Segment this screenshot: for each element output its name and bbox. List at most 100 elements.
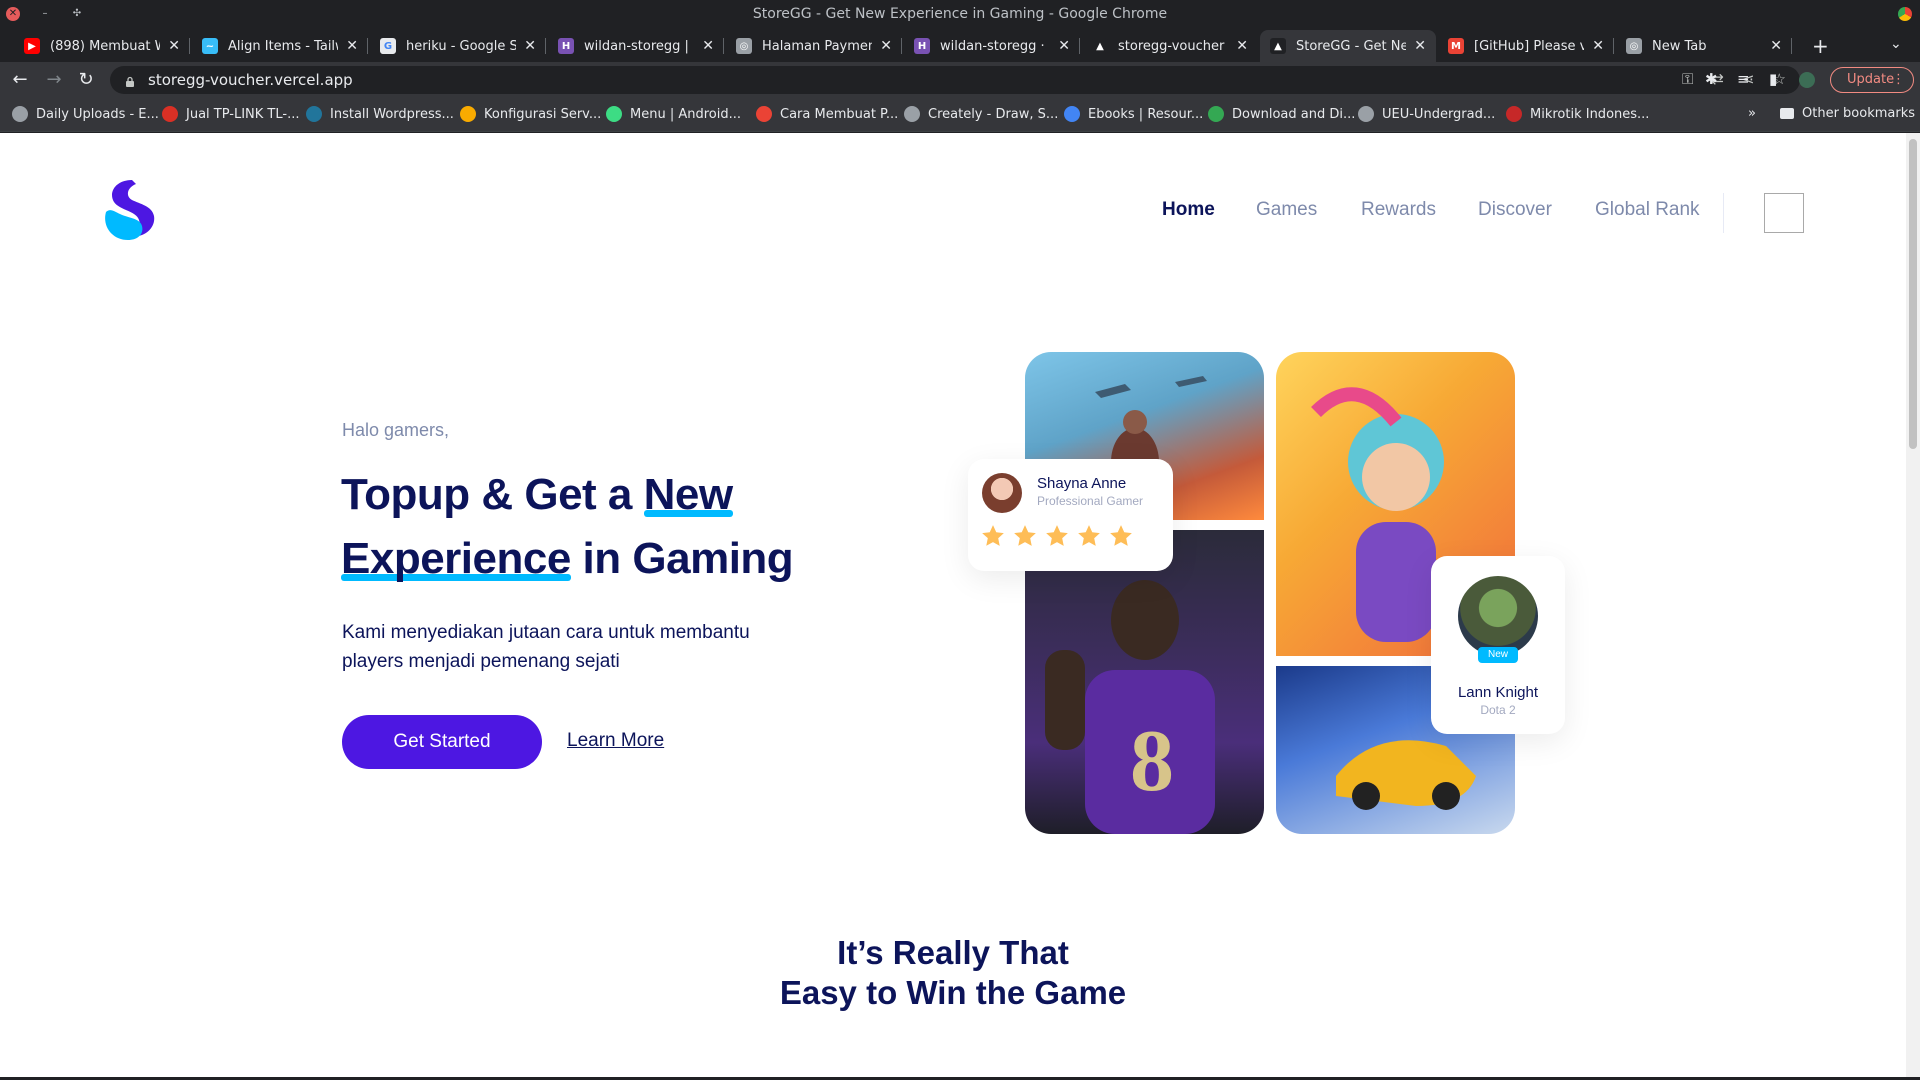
tab-close-icon[interactable]: ✕: [168, 38, 180, 54]
folder-icon: [1780, 108, 1794, 119]
tab-close-icon[interactable]: ✕: [702, 38, 714, 54]
lock-icon: [124, 74, 136, 87]
reading-list-icon[interactable]: ≡: [1737, 70, 1750, 88]
rating-stars: [980, 523, 1134, 549]
side-panel-icon[interactable]: ▮: [1769, 70, 1777, 88]
vercel-icon: ▲: [1092, 38, 1108, 54]
update-button[interactable]: Update ⋮: [1830, 67, 1914, 93]
ebook-icon: [1064, 106, 1080, 122]
tab-close-icon[interactable]: ✕: [346, 38, 358, 54]
bookmark-item[interactable]: Ebooks | Resour...: [1064, 106, 1203, 122]
tab-close-icon[interactable]: ✕: [880, 38, 892, 54]
globe-icon: [12, 106, 28, 122]
profile-icon[interactable]: [1799, 72, 1815, 88]
tab-4[interactable]: Hwildan-storegg | H ✕: [548, 30, 724, 62]
nav-games[interactable]: Games: [1256, 199, 1317, 221]
tab-separator: [545, 38, 546, 54]
reviewer-avatar: [982, 473, 1022, 513]
hero-description: Kami menyediakan jutaan cara untuk memba…: [342, 622, 750, 672]
globe-icon: [1358, 106, 1374, 122]
bookmark-item[interactable]: Creately - Draw, S...: [904, 106, 1058, 122]
hero-title-highlight-new: New: [643, 463, 733, 527]
tab-9[interactable]: M [GitHub] Please ver ✕: [1438, 30, 1614, 62]
reviewer-role: Professional Gamer: [1037, 494, 1144, 508]
bookmark-label: Download and Di...: [1232, 106, 1356, 122]
bookmark-item[interactable]: Menu | Android...: [606, 106, 741, 122]
tab-label: [GitHub] Please ver: [1474, 38, 1585, 54]
bookmark-item[interactable]: Jual TP-LINK TL-...: [162, 106, 299, 122]
nav-rewards[interactable]: Rewards: [1361, 199, 1436, 221]
tab-close-icon[interactable]: ✕: [1414, 38, 1426, 54]
nav-home[interactable]: Home: [1162, 199, 1215, 221]
download-icon: [1208, 106, 1224, 122]
scrollbar-thumb[interactable]: [1909, 139, 1917, 449]
get-started-button[interactable]: Get Started: [342, 715, 542, 769]
tab-search-chevron-icon[interactable]: ⌄: [1890, 36, 1902, 52]
shop-icon: [162, 106, 178, 122]
hero-title-part2: in Gaming: [582, 534, 794, 583]
hero-image-football: 8: [1025, 530, 1264, 834]
tab-separator: [901, 38, 902, 54]
bookmark-item[interactable]: Install Wordpress...: [306, 106, 454, 122]
other-bookmarks[interactable]: Other bookmarks: [1780, 106, 1915, 121]
bookmark-item[interactable]: Mikrotik Indones...: [1506, 106, 1649, 122]
tab-1[interactable]: ▶ (898) Membuat We ✕: [14, 30, 190, 62]
key-icon[interactable]: ⚿: [1682, 70, 1693, 88]
bookmark-item[interactable]: Download and Di...: [1208, 106, 1355, 122]
reload-icon[interactable]: ↻: [74, 68, 98, 92]
learn-more-link[interactable]: Learn More: [567, 730, 664, 752]
tab-label: StoreGG - Get New: [1296, 38, 1407, 54]
svg-text:8: 8: [1130, 713, 1174, 810]
android-icon: [606, 106, 622, 122]
heroku-icon: H: [914, 38, 930, 54]
tab-2[interactable]: ~ Align Items - Tailwi ✕: [192, 30, 368, 62]
youtube-icon: ▶: [24, 38, 40, 54]
feature-title-line2: Easy to Win the Game: [779, 974, 1127, 1011]
nav-divider: [1723, 193, 1724, 233]
extensions-icon[interactable]: ✱: [1705, 70, 1718, 88]
tab-close-icon[interactable]: ✕: [1592, 38, 1604, 54]
kebab-menu-icon[interactable]: ⋮: [1892, 68, 1905, 92]
bookmark-label: Cara Membuat P...: [780, 106, 899, 122]
tab-10[interactable]: ◎ New Tab ✕: [1616, 30, 1792, 62]
tab-8[interactable]: ▲ StoreGG - Get New ✕: [1260, 30, 1436, 62]
other-bookmarks-label: Other bookmarks: [1802, 106, 1916, 121]
tab-6[interactable]: Hwildan-storegg · Re ✕: [904, 30, 1080, 62]
page-scrollbar[interactable]: [1906, 133, 1920, 1077]
star-icon: [1014, 525, 1036, 546]
storegg-logo-icon[interactable]: [98, 178, 162, 242]
bookmark-label: Mikrotik Indones...: [1530, 106, 1650, 122]
page-viewport: Home Games Rewards Discover Global Rank …: [0, 133, 1906, 1077]
new-tab-icon[interactable]: +: [1812, 34, 1829, 58]
tab-close-icon[interactable]: ✕: [1058, 38, 1070, 54]
bookmark-item[interactable]: Cara Membuat P...: [756, 106, 898, 122]
user-avatar[interactable]: [1764, 193, 1804, 233]
bookmark-item[interactable]: UEU-Undergrad...: [1358, 106, 1495, 122]
tab-separator: [1791, 38, 1792, 54]
tab-close-icon[interactable]: ✕: [524, 38, 536, 54]
tab-3[interactable]: Gheriku - Google Sea ✕: [370, 30, 546, 62]
nav-discover[interactable]: Discover: [1478, 199, 1552, 221]
nav-global-rank[interactable]: Global Rank: [1595, 199, 1700, 221]
tab-5[interactable]: ◎ Halaman Payment ✕: [726, 30, 902, 62]
tab-separator: [367, 38, 368, 54]
bookmark-item[interactable]: Daily Uploads - E...: [12, 106, 159, 122]
bookmark-item[interactable]: Konfigurasi Serv...: [460, 106, 601, 122]
bookmarks-overflow-icon[interactable]: »: [1748, 106, 1756, 121]
tab-7[interactable]: ▲ storegg-voucher - ✕: [1082, 30, 1258, 62]
globe-icon: [904, 106, 920, 122]
address-bar[interactable]: storegg-voucher.vercel.app ⚿ ⇄ ⋖ ☆: [110, 66, 1800, 94]
review-card: Shayna Anne Professional Gamer: [968, 459, 1173, 571]
tab-separator: [723, 38, 724, 54]
reviewer-name: Shayna Anne: [1037, 475, 1127, 492]
bookmark-label: Install Wordpress...: [330, 106, 454, 122]
forward-icon[interactable]: →: [42, 68, 66, 92]
feature-title-line1: It’s Really That: [837, 934, 1069, 971]
bookmark-label: Creately - Draw, S...: [928, 106, 1059, 122]
tab-close-icon[interactable]: ✕: [1770, 38, 1782, 54]
back-icon[interactable]: ←: [8, 68, 32, 92]
hero-title-highlight-experience: Experience: [341, 527, 571, 591]
star-icon: [982, 525, 1004, 546]
bookmarks-bar: » Other bookmarks Daily Uploads - E... Ju…: [0, 98, 1920, 132]
tab-close-icon[interactable]: ✕: [1236, 38, 1248, 54]
